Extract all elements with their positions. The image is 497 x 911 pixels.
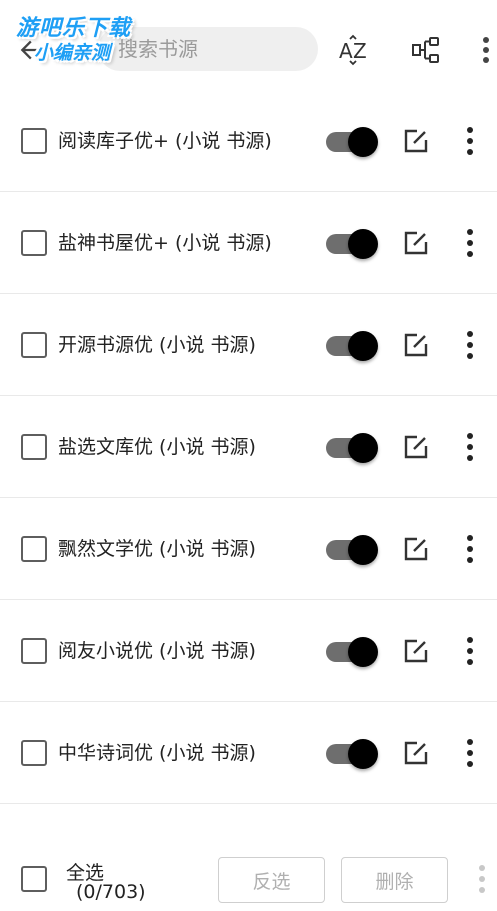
source-row: 中华诗词优 (小说 书源)	[0, 702, 497, 804]
enable-switch[interactable]	[324, 635, 378, 669]
row-checkbox[interactable]	[21, 128, 47, 154]
row-more-icon[interactable]	[458, 328, 482, 362]
source-list: 阅读库子优+ (小说 书源) 盐神书屋优+ (小说 书源) 开源书源优 (小说 …	[0, 90, 497, 804]
source-row: 盐选文库优 (小说 书源)	[0, 396, 497, 498]
group-icon	[412, 37, 439, 63]
enable-switch[interactable]	[324, 227, 378, 261]
source-name: 中华诗词优 (小说 书源)	[58, 742, 256, 764]
az-sort-icon: A Z	[339, 34, 367, 66]
switch-thumb	[348, 739, 378, 769]
svg-text:Z: Z	[353, 39, 367, 63]
enable-switch[interactable]	[324, 737, 378, 771]
top-bar: 游吧乐下载 小编亲测 A Z	[0, 0, 497, 100]
more-vertical-icon	[483, 37, 489, 63]
row-more-icon[interactable]	[458, 124, 482, 158]
switch-thumb	[348, 229, 378, 259]
edit-icon[interactable]	[402, 127, 430, 155]
enable-switch[interactable]	[324, 329, 378, 363]
row-checkbox[interactable]	[21, 434, 47, 460]
edit-icon[interactable]	[402, 637, 430, 665]
search-input[interactable]	[118, 27, 308, 71]
source-row: 阅读库子优+ (小说 书源)	[0, 90, 497, 192]
switch-thumb	[348, 127, 378, 157]
enable-switch[interactable]	[324, 125, 378, 159]
edit-icon[interactable]	[402, 739, 430, 767]
source-row: 盐神书屋优+ (小说 书源)	[0, 192, 497, 294]
row-checkbox[interactable]	[21, 230, 47, 256]
row-more-icon[interactable]	[458, 736, 482, 770]
row-more-icon[interactable]	[458, 430, 482, 464]
selection-count: (0/703)	[76, 881, 146, 903]
search-box[interactable]	[98, 27, 318, 71]
row-checkbox[interactable]	[21, 536, 47, 562]
source-name: 盐神书屋优+ (小说 书源)	[58, 232, 272, 254]
row-checkbox[interactable]	[21, 638, 47, 664]
edit-icon[interactable]	[402, 433, 430, 461]
source-row: 飘然文学优 (小说 书源)	[0, 498, 497, 600]
source-name: 盐选文库优 (小说 书源)	[58, 436, 256, 458]
source-name: 阅读库子优+ (小说 书源)	[58, 130, 272, 152]
source-name: 飘然文学优 (小说 书源)	[58, 538, 256, 560]
bottom-more-icon[interactable]	[470, 862, 494, 896]
source-name: 开源书源优 (小说 书源)	[58, 334, 256, 356]
edit-icon[interactable]	[402, 331, 430, 359]
book-source-manager-screen: 游吧乐下载 小编亲测 A Z	[0, 0, 497, 911]
svg-text:A: A	[339, 39, 353, 63]
source-name: 阅友小说优 (小说 书源)	[58, 640, 256, 662]
delete-button[interactable]: 删除	[341, 857, 448, 903]
arrow-left-icon	[20, 40, 40, 60]
sort-button[interactable]: A Z	[334, 30, 374, 70]
bottom-action-bar: 全选 (0/703) 反选 删除	[0, 840, 497, 911]
enable-switch[interactable]	[324, 533, 378, 567]
row-checkbox[interactable]	[21, 332, 47, 358]
more-menu-button[interactable]	[468, 30, 497, 70]
enable-switch[interactable]	[324, 431, 378, 465]
switch-thumb	[348, 637, 378, 667]
invert-selection-button[interactable]: 反选	[218, 857, 325, 903]
row-more-icon[interactable]	[458, 634, 482, 668]
switch-thumb	[348, 535, 378, 565]
switch-thumb	[348, 331, 378, 361]
back-button[interactable]	[10, 30, 50, 70]
edit-icon[interactable]	[402, 229, 430, 257]
select-all-checkbox[interactable]	[21, 866, 47, 892]
source-row: 阅友小说优 (小说 书源)	[0, 600, 497, 702]
row-checkbox[interactable]	[21, 740, 47, 766]
group-button[interactable]	[406, 30, 446, 70]
edit-icon[interactable]	[402, 535, 430, 563]
source-row: 开源书源优 (小说 书源)	[0, 294, 497, 396]
switch-thumb	[348, 433, 378, 463]
row-more-icon[interactable]	[458, 532, 482, 566]
row-more-icon[interactable]	[458, 226, 482, 260]
